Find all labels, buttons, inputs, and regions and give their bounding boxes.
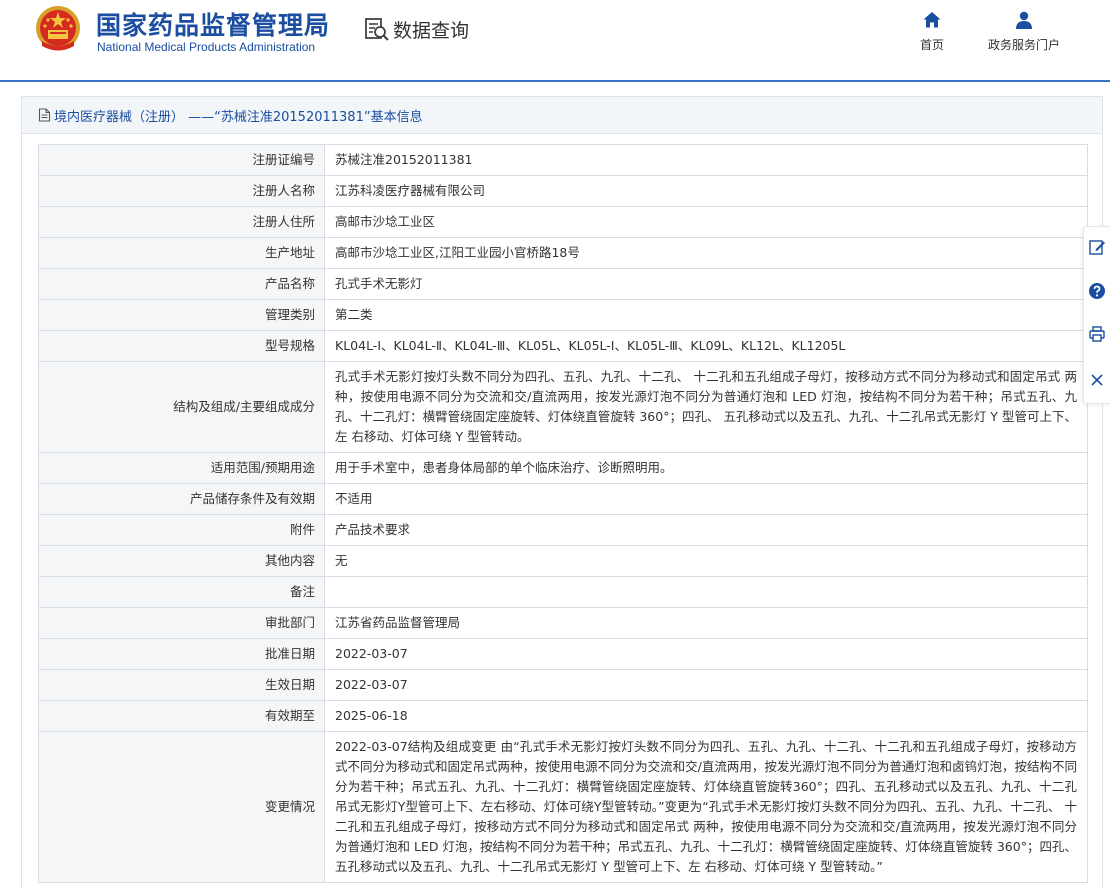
field-value: 2022-03-07 <box>324 638 1088 670</box>
home-icon <box>923 12 941 28</box>
field-value: 2022-03-07 <box>324 669 1088 701</box>
panel-header: 境内医疗器械（注册） ——“苏械注准20152011381”基本信息 <box>22 97 1102 134</box>
close-button[interactable] <box>1088 371 1106 389</box>
field-label: 产品储存条件及有效期 <box>38 483 325 515</box>
table-row: 注册人名称 江苏科凌医疗器械有限公司 <box>38 175 1088 207</box>
table-row: 结构及组成/主要组成成分 孔式手术无影灯按灯头数不同分为四孔、五孔、九孔、十二孔… <box>38 361 1088 453</box>
field-label: 管理类别 <box>38 299 325 331</box>
field-label: 其他内容 <box>38 545 325 577</box>
field-label: 备注 <box>38 576 325 608</box>
data-query-heading: 数据查询 <box>363 15 469 43</box>
field-value: 2022-03-07结构及组成变更 由“孔式手术无影灯按灯头数不同分为四孔、五孔… <box>324 731 1088 883</box>
help-button[interactable] <box>1088 282 1106 300</box>
close-icon <box>1091 374 1103 386</box>
print-icon <box>1089 326 1105 342</box>
nav-service-portal[interactable]: 政务服务门户 <box>988 10 1060 53</box>
table-row: 变更情况 2022-03-07结构及组成变更 由“孔式手术无影灯按灯头数不同分为… <box>38 731 1088 883</box>
field-label: 结构及组成/主要组成成分 <box>38 361 325 453</box>
field-value: 孔式手术无影灯 <box>324 268 1088 300</box>
field-label: 变更情况 <box>38 731 325 883</box>
field-label: 注册人名称 <box>38 175 325 207</box>
document-icon <box>38 108 51 122</box>
header-divider <box>0 80 1110 82</box>
field-value: 苏械注准20152011381 <box>324 144 1088 176</box>
user-icon <box>1016 11 1032 29</box>
registration-info-table: 注册证编号 苏械注准20152011381 注册人名称 江苏科凌医疗器械有限公司… <box>38 144 1088 883</box>
national-emblem-icon[interactable] <box>34 5 82 53</box>
table-row: 有效期至 2025-06-18 <box>38 700 1088 732</box>
field-label: 注册证编号 <box>38 144 325 176</box>
table-row: 生产地址 高邮市沙埝工业区,江阳工业园小官桥路18号 <box>38 237 1088 269</box>
panel-title: 境内医疗器械（注册） ——“苏械注准20152011381”基本信息 <box>54 109 423 125</box>
floating-toolbar <box>1083 226 1110 404</box>
data-query-icon <box>365 18 389 41</box>
table-row: 产品储存条件及有效期 不适用 <box>38 483 1088 515</box>
nav-home[interactable]: 首页 <box>920 10 944 53</box>
field-value: 高邮市沙埝工业区 <box>324 206 1088 238</box>
print-button[interactable] <box>1088 325 1106 343</box>
table-row: 注册证编号 苏械注准20152011381 <box>38 144 1088 176</box>
table-row: 备注 <box>38 576 1088 608</box>
field-label: 型号规格 <box>38 330 325 362</box>
table-row: 注册人住所 高邮市沙埝工业区 <box>38 206 1088 238</box>
field-label: 附件 <box>38 514 325 546</box>
table-row: 适用范围/预期用途 用于手术室中，患者身体局部的单个临床治疗、诊断照明用。 <box>38 452 1088 484</box>
table-row: 审批部门 江苏省药品监督管理局 <box>38 607 1088 639</box>
field-value: 江苏省药品监督管理局 <box>324 607 1088 639</box>
field-value <box>324 576 1088 608</box>
field-value: 产品技术要求 <box>324 514 1088 546</box>
field-value: 无 <box>324 545 1088 577</box>
edit-button[interactable] <box>1088 238 1106 256</box>
table-row: 批准日期 2022-03-07 <box>38 638 1088 670</box>
nav-home-label: 首页 <box>920 38 945 52</box>
field-value: 不适用 <box>324 483 1088 515</box>
field-value: 高邮市沙埝工业区,江阳工业园小官桥路18号 <box>324 237 1088 269</box>
edit-icon <box>1089 240 1105 255</box>
field-label: 适用范围/预期用途 <box>38 452 325 484</box>
table-row: 生效日期 2022-03-07 <box>38 669 1088 701</box>
field-label: 生效日期 <box>38 669 325 701</box>
data-query-label: 数据查询 <box>393 19 470 42</box>
site-header: 国家药品监督管理局 National Medical Products Admi… <box>0 0 1110 80</box>
field-value: 江苏科凌医疗器械有限公司 <box>324 175 1088 207</box>
field-label: 审批部门 <box>38 607 325 639</box>
table-row: 管理类别 第二类 <box>38 299 1088 331</box>
field-value: 用于手术室中，患者身体局部的单个临床治疗、诊断照明用。 <box>324 452 1088 484</box>
nav-service-portal-label: 政务服务门户 <box>988 38 1061 52</box>
table-row: 型号规格 KL04L-Ⅰ、KL04L-Ⅱ、KL04L-Ⅲ、KL05L、KL05L… <box>38 330 1088 362</box>
field-label: 批准日期 <box>38 638 325 670</box>
field-label: 产品名称 <box>38 268 325 300</box>
field-label: 注册人住所 <box>38 206 325 238</box>
detail-panel: 境内医疗器械（注册） ——“苏械注准20152011381”基本信息 注册证编号… <box>21 96 1103 889</box>
field-value: 第二类 <box>324 299 1088 331</box>
table-row: 附件 产品技术要求 <box>38 514 1088 546</box>
help-icon <box>1089 283 1105 299</box>
site-logo-subtitle[interactable]: National Medical Products Administration <box>97 40 315 54</box>
table-row: 其他内容 无 <box>38 545 1088 577</box>
field-value: KL04L-Ⅰ、KL04L-Ⅱ、KL04L-Ⅲ、KL05L、KL05L-Ⅰ、KL… <box>324 330 1088 362</box>
site-logo-title[interactable]: 国家药品监督管理局 <box>96 6 330 42</box>
field-value: 2025-06-18 <box>324 700 1088 732</box>
table-row: 产品名称 孔式手术无影灯 <box>38 268 1088 300</box>
field-label: 有效期至 <box>38 700 325 732</box>
field-label: 生产地址 <box>38 237 325 269</box>
field-value: 孔式手术无影灯按灯头数不同分为四孔、五孔、九孔、十二孔、 十二孔和五孔组成子母灯… <box>324 361 1088 453</box>
